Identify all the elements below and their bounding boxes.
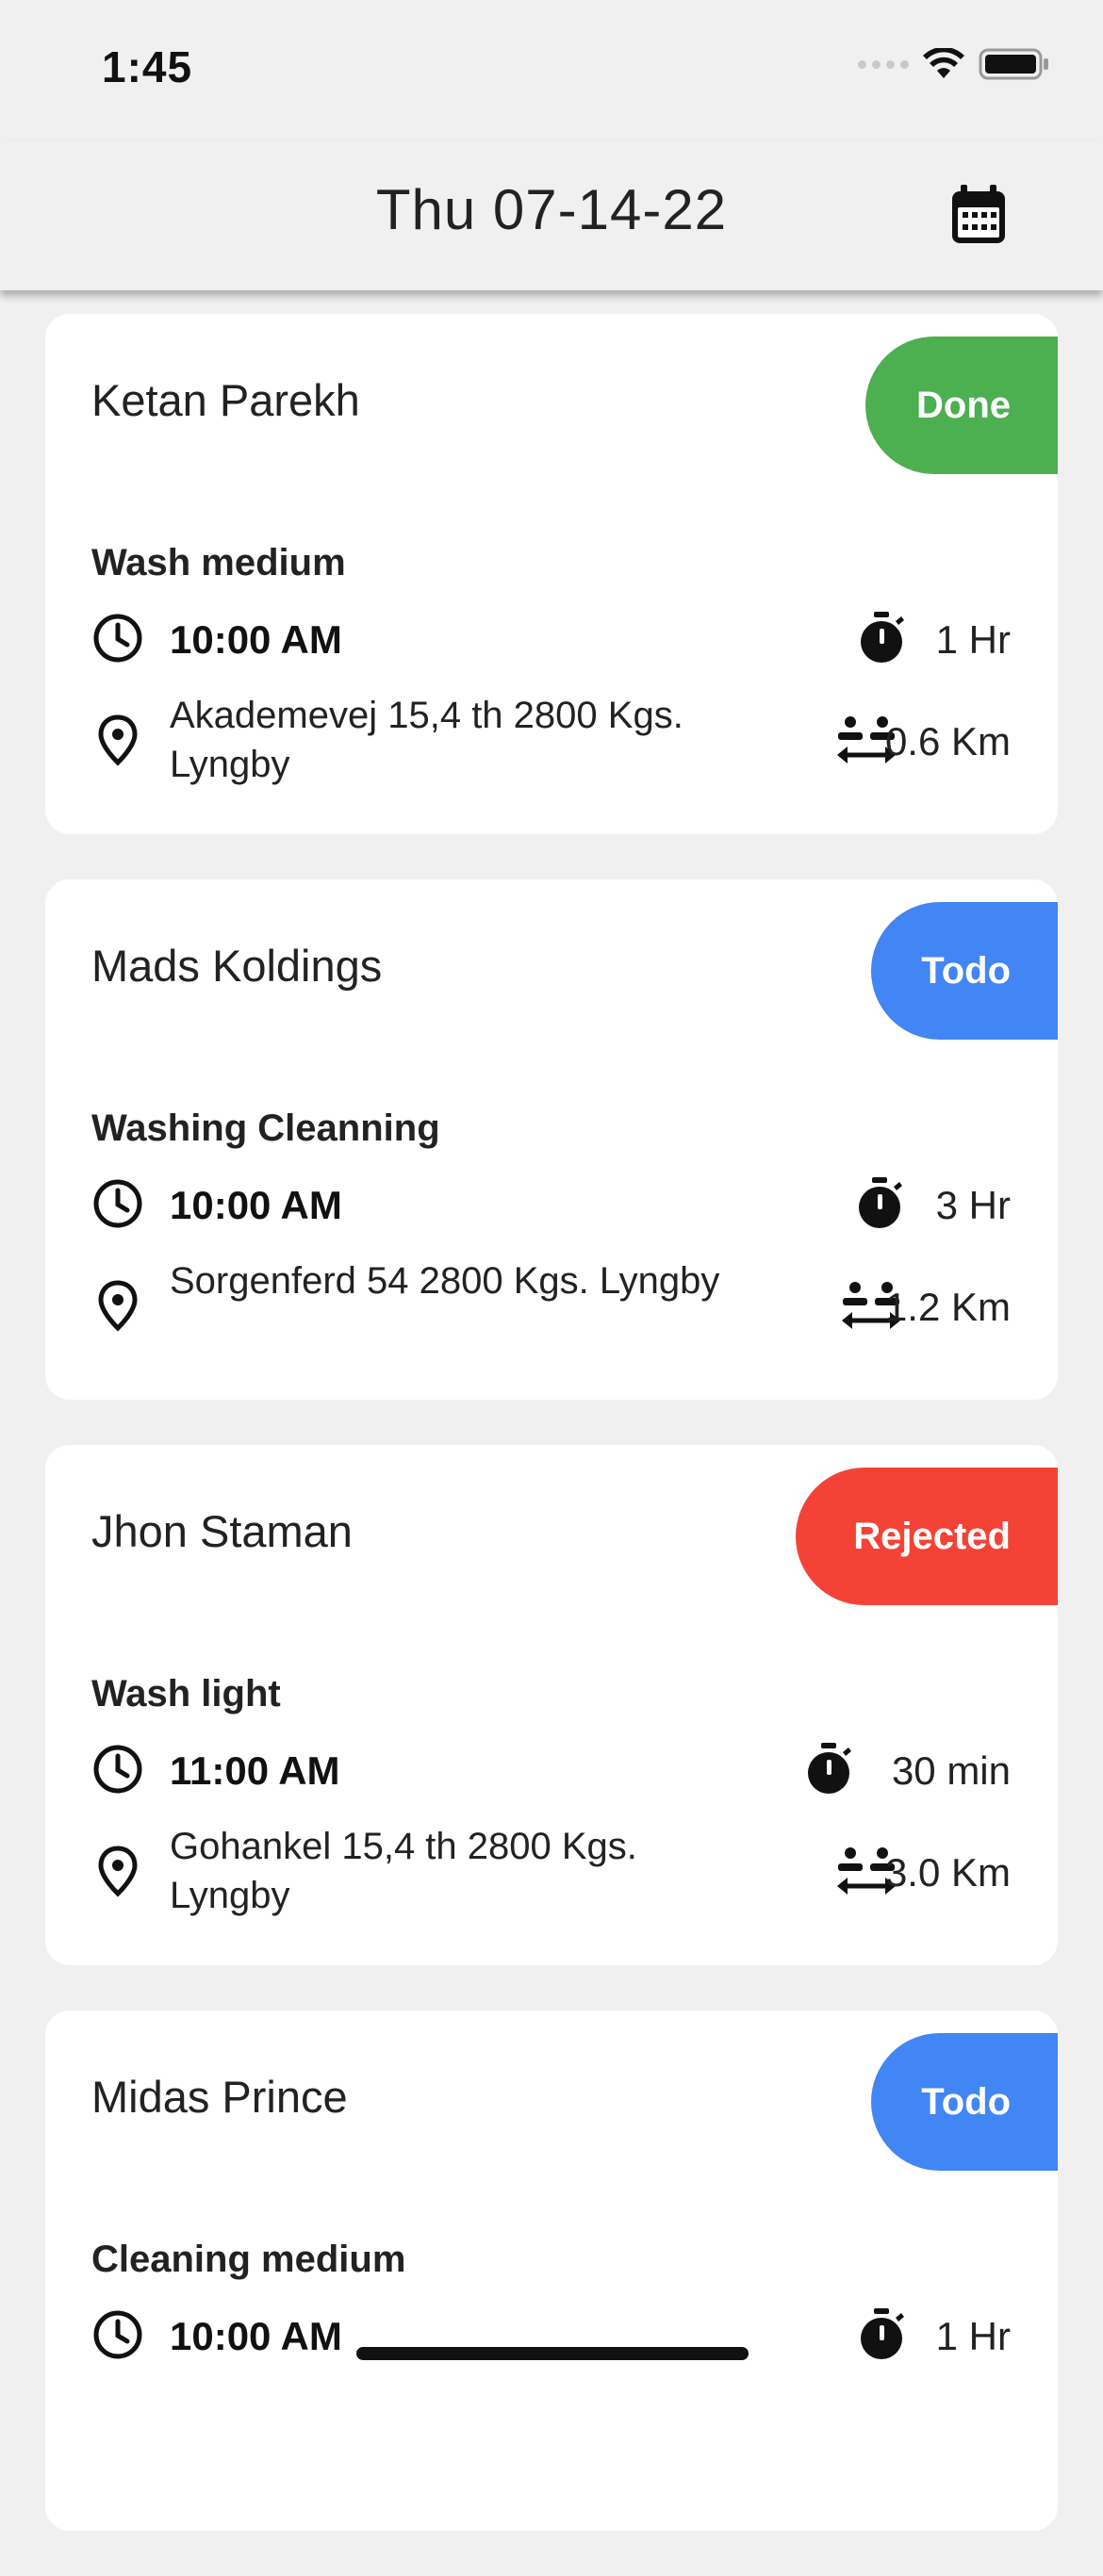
timer-icon: [861, 2308, 904, 2359]
timer-icon: [859, 1177, 902, 1228]
job-card[interactable]: Midas Prince Todo Cleaning medium 10:00 …: [45, 2010, 1058, 2531]
customer-name: Jhon Staman: [91, 1506, 353, 1556]
appointment-time: 10:00 AM: [170, 617, 342, 662]
customer-name: Mads Koldings: [91, 941, 383, 991]
status-badge-rejected: Rejected: [796, 1468, 1058, 1605]
appointment-time: 11:00 AM: [170, 1748, 340, 1793]
calendar-button[interactable]: [948, 183, 1009, 247]
clock-icon: [93, 1179, 142, 1228]
timer-icon: [861, 612, 904, 663]
service-name: Wash light: [91, 1673, 281, 1715]
clock-icon: [93, 2310, 142, 2359]
status-badge-done: Done: [865, 336, 1058, 474]
page-title: Thu 07-14-22: [375, 178, 728, 241]
appointment-time: 10:00 AM: [170, 1183, 342, 1227]
timer-icon: [808, 1743, 851, 1794]
address: Gohankel 15,4 th 2800 Kgs. Lyngby: [170, 1826, 637, 1916]
app-bar: Thu 07-14-22: [0, 141, 1103, 290]
clock-icon: [93, 1745, 142, 1794]
job-list: Ketan Parekh Done Wash medium 10:00 AM A…: [45, 314, 1058, 2576]
customer-name: Ketan Parekh: [91, 375, 360, 425]
customer-name: Midas Prince: [91, 2072, 348, 2122]
distance: 1.2 Km: [884, 1285, 1011, 1329]
service-name: Washing Cleanning: [91, 1108, 440, 1149]
job-card[interactable]: Ketan Parekh Done Wash medium 10:00 AM A…: [45, 314, 1058, 834]
appointment-time: 10:00 AM: [170, 2314, 342, 2358]
duration: 3 Hr: [935, 1183, 1011, 1227]
service-name: Cleaning medium: [91, 2239, 406, 2280]
job-card[interactable]: Mads Koldings Todo Washing Cleanning 10:…: [45, 879, 1058, 1400]
status-badge-todo: Todo: [871, 902, 1058, 1040]
distance: 0.6 Km: [884, 719, 1011, 763]
wifi-icon: [923, 48, 964, 78]
duration: 1 Hr: [935, 617, 1011, 662]
calendar-icon: [952, 185, 1005, 243]
status-bar: 1:45: [0, 0, 1103, 141]
clock-icon: [93, 614, 142, 663]
battery-icon: [979, 48, 1048, 80]
location-pin-icon: [98, 1280, 138, 1332]
service-name: Wash medium: [91, 542, 346, 583]
distance: 3.0 Km: [884, 1850, 1011, 1895]
cellular-signal-icon: [858, 59, 909, 69]
location-pin-icon: [98, 1846, 138, 1897]
address: Akademevej 15,4 th 2800 Kgs. Lyngby: [170, 695, 683, 785]
address: Sorgenferd 54 2800 Kgs. Lyngby: [170, 1260, 720, 1302]
duration: 1 Hr: [935, 2314, 1011, 2358]
duration: 30 min: [891, 1748, 1011, 1793]
location-pin-icon: [98, 714, 138, 766]
status-badge-todo: Todo: [871, 2033, 1058, 2171]
status-time: 1:45: [102, 42, 193, 91]
status-icons: [858, 47, 1050, 81]
job-card[interactable]: Jhon Staman Rejected Wash light 11:00 AM…: [45, 1445, 1058, 1965]
home-indicator[interactable]: [356, 2347, 749, 2360]
